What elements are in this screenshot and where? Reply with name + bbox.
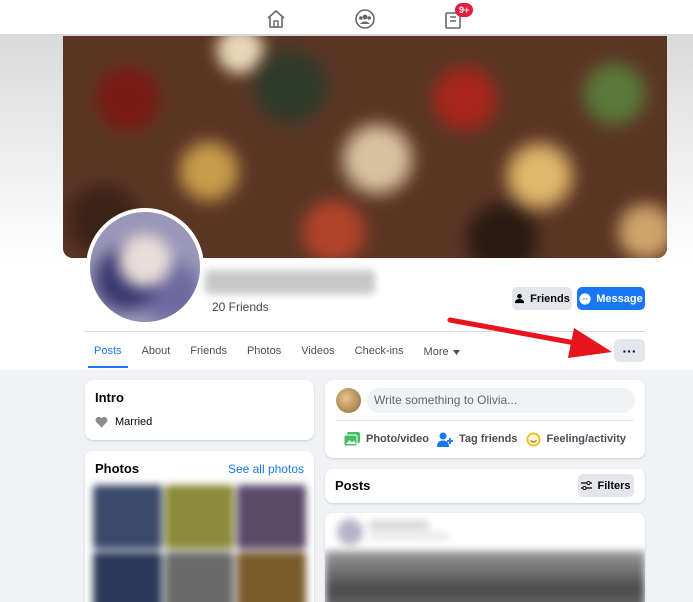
tag-friends-icon <box>436 432 453 447</box>
tag-friends-label: Tag friends <box>458 433 518 445</box>
tab-videos[interactable]: Videos <box>291 336 344 368</box>
more-options-button[interactable]: ··· <box>614 339 645 362</box>
tab-photos[interactable]: Photos <box>237 336 291 368</box>
photo-icon <box>344 431 360 446</box>
notification-badge: 9+ <box>455 3 474 17</box>
tab-more-label: More <box>423 346 449 358</box>
see-all-photos-link[interactable]: See all photos <box>228 462 304 476</box>
relationship-text: Married <box>115 416 153 428</box>
photo-thumbnail[interactable] <box>93 551 162 602</box>
posts-title: Posts <box>335 478 371 493</box>
relationship-status: Married <box>95 416 152 428</box>
photo-video-label: Photo/video <box>366 433 429 445</box>
tag-friends-button[interactable]: Tag friends <box>436 432 518 447</box>
photo-thumbnail[interactable] <box>237 485 306 549</box>
smiley-icon <box>525 431 541 447</box>
tab-about[interactable]: About <box>132 336 181 368</box>
profile-name-blurred <box>205 270 375 294</box>
message-button-label: Message <box>596 292 643 305</box>
friends-count[interactable]: 20 Friends <box>212 300 269 314</box>
composer-input[interactable]: Write something to Olivia... <box>367 388 635 413</box>
post-composer: Write something to Olivia... Photo/video… <box>325 380 645 458</box>
filters-button[interactable]: Filters <box>578 474 634 497</box>
photo-thumbnail[interactable] <box>165 485 234 549</box>
intro-title: Intro <box>95 390 124 405</box>
intro-card: Intro Married <box>85 380 314 440</box>
friends-button[interactable]: Friends <box>512 287 572 310</box>
message-button[interactable]: Message <box>577 287 645 310</box>
friends-icon <box>515 293 525 304</box>
composer-divider <box>336 420 634 421</box>
profile-tabs: Posts About Friends Photos Videos Check-… <box>84 336 470 368</box>
top-nav: 9+ <box>0 0 693 34</box>
groups-icon[interactable] <box>354 8 376 30</box>
photos-card: Photos See all photos <box>85 451 314 602</box>
feeling-activity-label: Feeling/activity <box>546 433 626 445</box>
filters-icon <box>581 481 593 490</box>
home-icon[interactable] <box>265 8 287 30</box>
tab-posts[interactable]: Posts <box>84 336 132 368</box>
feeling-activity-button[interactable]: Feeling/activity <box>525 431 626 447</box>
photo-grid <box>93 485 306 602</box>
photo-thumbnail[interactable] <box>237 551 306 602</box>
annotation-arrow <box>447 317 612 358</box>
filters-label: Filters <box>597 479 631 492</box>
composer-actions: Photo/video Tag friends Feeling/activity <box>336 426 634 452</box>
posts-header-card: Posts Filters <box>325 469 645 503</box>
photo-thumbnail[interactable] <box>165 551 234 602</box>
post-image <box>325 551 645 602</box>
tab-check-ins[interactable]: Check-ins <box>345 336 414 368</box>
friends-button-label: Friends <box>530 292 570 305</box>
photo-thumbnail[interactable] <box>93 485 162 549</box>
tab-friends[interactable]: Friends <box>180 336 237 368</box>
composer-avatar[interactable] <box>336 388 361 413</box>
profile-avatar[interactable] <box>86 208 204 326</box>
messenger-icon <box>579 292 591 305</box>
heart-icon <box>95 416 108 428</box>
photo-video-button[interactable]: Photo/video <box>344 431 429 447</box>
photos-title: Photos <box>95 461 140 476</box>
post-preview[interactable] <box>325 513 645 602</box>
